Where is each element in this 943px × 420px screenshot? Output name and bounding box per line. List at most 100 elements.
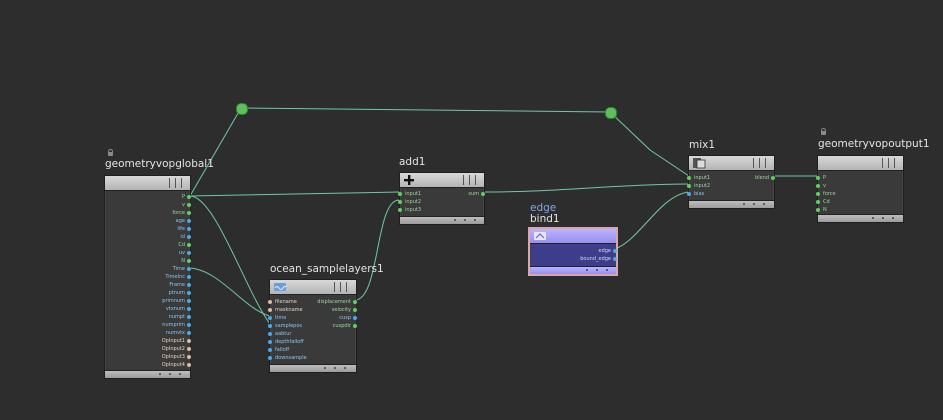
output-port-frame[interactable] [187, 283, 191, 287]
output-port-p[interactable] [187, 195, 191, 199]
input-port-bias[interactable] [687, 192, 691, 196]
port-label: input2 [694, 183, 711, 189]
port-label: Cd [178, 242, 185, 248]
node-footer [105, 370, 190, 378]
output-port-v[interactable] [187, 203, 191, 207]
node-header[interactable] [270, 280, 356, 295]
node-footer [689, 200, 774, 208]
port-label: cusp [339, 315, 351, 321]
node-geometryvopglobal[interactable]: Pv force age life id Cd uv N Time TimeInc Frame ptn… [104, 175, 191, 379]
output-port-numpt[interactable] [187, 315, 191, 319]
port-label: N [823, 207, 827, 213]
port-label: OpInput1 [161, 338, 185, 344]
input-port-time[interactable] [268, 316, 272, 320]
node-mix[interactable]: input1 input2 bias blend [687, 155, 775, 209]
port-label: edge [598, 248, 612, 254]
output-port-blend[interactable] [771, 176, 775, 180]
output-port-ptnum[interactable] [187, 291, 191, 295]
output-port-opinput1[interactable] [187, 339, 191, 343]
input-port-falloff[interactable] [268, 348, 272, 352]
port-label: life [177, 226, 185, 232]
node-geometryvopoutput[interactable]: Pv force Cd N [816, 155, 904, 223]
output-port-velocity[interactable] [353, 308, 357, 312]
output-port-opinput4[interactable] [187, 363, 191, 367]
port-label: TimeInc [165, 274, 185, 280]
output-port-uv[interactable] [187, 251, 191, 255]
port-label: P [181, 194, 185, 200]
output-port-id[interactable] [187, 235, 191, 239]
input-port-input2[interactable] [398, 200, 402, 204]
lock-icon [821, 128, 826, 135]
wire-displacement-to-add-input2[interactable] [354, 199, 400, 301]
wire-p-to-samplepos[interactable] [189, 195, 271, 325]
port-label: N [181, 258, 185, 264]
wire-dot-point-1[interactable] [236, 103, 248, 115]
output-port-n[interactable] [187, 259, 191, 263]
node-bind[interactable]: edge bound_edge [528, 227, 618, 276]
output-port-age[interactable] [187, 219, 191, 223]
output-port-cd[interactable] [187, 243, 191, 247]
wire-p-to-dot1[interactable] [189, 107, 242, 197]
output-port-force[interactable] [187, 211, 191, 215]
wire-dot-point-2[interactable] [605, 107, 617, 119]
wire-dot1-to-dot2[interactable] [240, 107, 611, 113]
input-port-aabtur[interactable] [268, 332, 272, 336]
output-port-edge[interactable] [613, 249, 617, 253]
node-header[interactable] [689, 156, 774, 171]
output-port-numvtx[interactable] [187, 331, 191, 335]
input-port-cd[interactable] [816, 200, 820, 204]
wire-add-sum-to-mix-input2[interactable] [483, 183, 690, 193]
node-add[interactable]: input1 input2 input3 sum [398, 172, 485, 225]
output-port-life[interactable] [187, 227, 191, 231]
node-footer [530, 266, 616, 274]
input-port-filename[interactable] [268, 300, 272, 304]
output-port-opinput2[interactable] [187, 347, 191, 351]
port-label: numpt [168, 314, 185, 320]
node-title-output: geometryvopoutput1 [818, 138, 930, 150]
input-port-downsample[interactable] [268, 356, 272, 360]
port-label: ptnum [168, 290, 185, 296]
node-ocean-samplelayers[interactable]: filename maskname time samplepos aabtur depth… [268, 279, 357, 373]
port-label: OpInput4 [161, 362, 185, 368]
wire-dot2-to-mix-input1[interactable] [609, 111, 690, 177]
node-title-add: add1 [399, 156, 426, 168]
output-port-timeinc[interactable] [187, 275, 191, 279]
output-port-time[interactable] [187, 267, 191, 271]
port-label: maskname [275, 307, 303, 313]
input-port-force[interactable] [816, 192, 820, 196]
output-port-primnum[interactable] [187, 299, 191, 303]
input-port-input1[interactable] [398, 192, 402, 196]
output-port-vtxnum[interactable] [187, 307, 191, 311]
mix-icon [693, 158, 706, 169]
wire-bind-edge-to-mix-bias[interactable] [614, 191, 690, 250]
node-header[interactable] [530, 229, 616, 244]
input-port-maskname[interactable] [268, 308, 272, 312]
output-port-cusp[interactable] [353, 316, 357, 320]
node-header[interactable] [105, 176, 190, 191]
input-port-input1[interactable] [687, 176, 691, 180]
port-label: blend [755, 175, 769, 181]
port-label: force [172, 210, 185, 216]
output-port-bound_edge[interactable] [613, 257, 617, 261]
wire-p-to-add-input1[interactable] [189, 191, 400, 197]
input-port-input3[interactable] [398, 208, 402, 212]
input-port-samplepos[interactable] [268, 324, 272, 328]
output-port-displacement[interactable] [353, 300, 357, 304]
node-header[interactable] [818, 156, 903, 171]
port-label: aabtur [275, 331, 292, 337]
input-port-p[interactable] [816, 176, 820, 180]
node-header[interactable] [400, 173, 484, 188]
output-port-opinput3[interactable] [187, 355, 191, 359]
plus-icon [404, 175, 414, 185]
output-port-numprim[interactable] [187, 323, 191, 327]
input-port-depthfalloff[interactable] [268, 340, 272, 344]
output-port-sum[interactable] [481, 192, 485, 196]
input-port-n[interactable] [816, 208, 820, 212]
input-port-input2[interactable] [687, 184, 691, 188]
port-label: input3 [405, 207, 422, 213]
port-label: Frame [169, 282, 185, 288]
wire-time-to-ocean-time[interactable] [189, 267, 271, 317]
input-port-v[interactable] [816, 184, 820, 188]
output-port-cuspdir[interactable] [353, 324, 357, 328]
port-label: numprim [162, 322, 185, 328]
